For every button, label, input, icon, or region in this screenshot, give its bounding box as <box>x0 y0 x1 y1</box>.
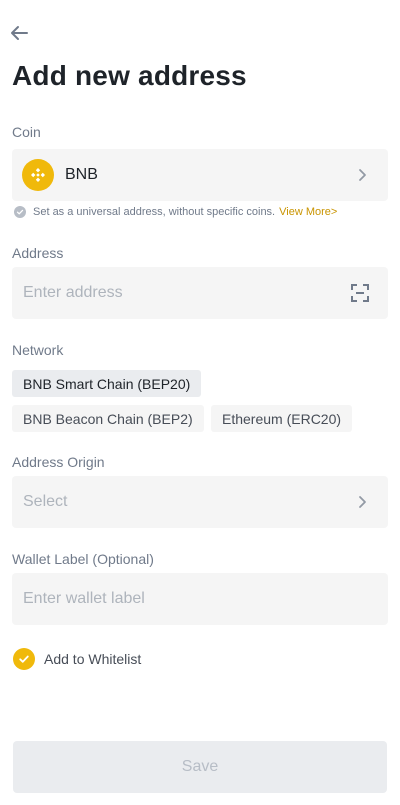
address-origin-placeholder: Select <box>23 493 68 510</box>
universal-address-text: Set as a universal address, without spec… <box>33 206 276 218</box>
chevron-right-icon <box>359 169 366 181</box>
address-origin-label: Address Origin <box>12 454 105 470</box>
page-title: Add new address <box>12 60 247 91</box>
coin-selector[interactable]: BNB <box>12 149 388 201</box>
coin-label: Coin <box>12 124 41 140</box>
address-placeholder: Enter address <box>23 284 123 301</box>
network-option-bep20[interactable]: BNB Smart Chain (BEP20) <box>12 370 202 397</box>
address-origin-selector[interactable]: Select <box>12 476 388 528</box>
wallet-label-placeholder: Enter wallet label <box>23 590 145 607</box>
wallet-label-input[interactable]: Enter wallet label <box>12 573 388 625</box>
network-option-bep2[interactable]: BNB Beacon Chain (BEP2) <box>12 405 204 432</box>
whitelist-checkbox[interactable]: Add to Whitelist <box>13 648 141 670</box>
checkmark-icon <box>13 648 35 670</box>
back-arrow-icon <box>11 26 28 40</box>
save-button[interactable]: Save <box>13 741 387 793</box>
back-button[interactable] <box>8 22 30 44</box>
universal-address-note: Set as a universal address, without spec… <box>14 206 337 218</box>
bnb-coin-icon <box>22 159 54 191</box>
wallet-label-label: Wallet Label (Optional) <box>12 551 154 567</box>
address-input[interactable]: Enter address <box>12 267 388 319</box>
coin-name: BNB <box>65 166 98 183</box>
address-label: Address <box>12 245 64 261</box>
check-circle-icon <box>14 206 26 218</box>
network-option-erc20[interactable]: Ethereum (ERC20) <box>211 405 353 432</box>
whitelist-label: Add to Whitelist <box>44 651 142 667</box>
view-more-link[interactable]: View More> <box>279 206 337 218</box>
scan-qr-icon[interactable] <box>351 284 369 302</box>
chevron-right-icon <box>359 496 366 508</box>
network-label: Network <box>12 342 64 358</box>
